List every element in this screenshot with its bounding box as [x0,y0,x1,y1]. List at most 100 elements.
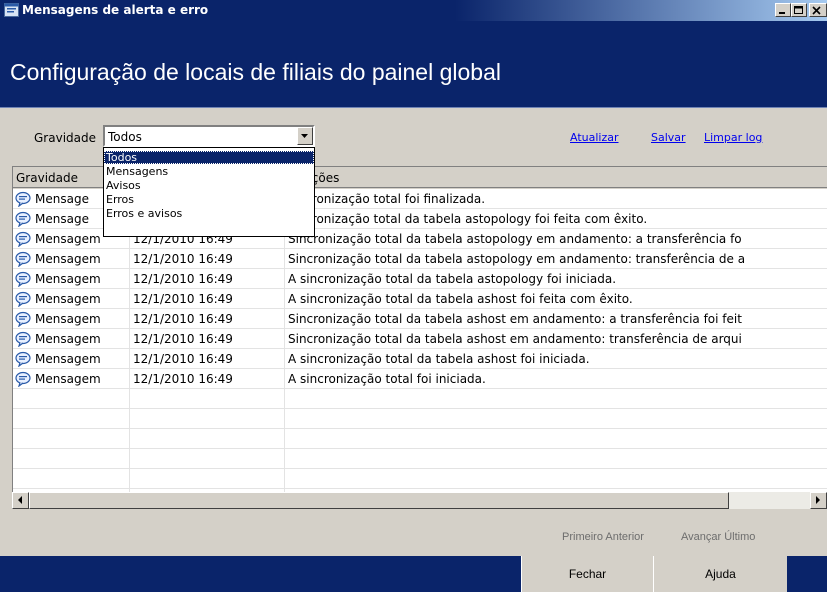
severity-filter-select[interactable]: Todos [103,125,315,147]
table-row[interactable]: Mensagem 12/1/2010 16:49 A sincronização t… [13,269,827,289]
scroll-left-button[interactable] [12,492,29,509]
close-window-button[interactable] [809,3,827,17]
date-cell-text: 12/1/2010 16:49 [133,372,233,386]
date-cell-text: 12/1/2010 16:49 [133,352,233,366]
message-bubble-icon [15,191,31,207]
column-header-information[interactable]: rmações [285,167,827,188]
information-cell-text: Sincronização total da tabela astopology… [288,252,746,266]
message-bubble-icon [15,291,31,307]
page-title: Configuração de locais de filiais do pai… [10,59,501,85]
minimize-icon [779,12,785,14]
date-cell: 12/1/2010 16:49 [130,269,285,289]
save-link[interactable]: Salvar [651,131,686,144]
information-cell-text: A sincronização total da tabela astopolo… [288,272,617,286]
date-cell-text: 12/1/2010 16:49 [133,272,233,286]
severity-cell-text: Mensage [35,212,89,226]
table-row[interactable]: Mensagem 12/1/2010 16:49 A sincronização t… [13,349,827,369]
date-cell: 12/1/2010 16:49 [130,289,285,309]
message-bubble-icon [15,371,31,387]
close-button[interactable]: Fechar [521,556,653,592]
dropdown-option-all[interactable]: Todos [104,151,314,164]
information-cell [285,469,827,489]
severity-cell-text: Mensagem [35,332,101,346]
date-cell: 12/1/2010 16:49 [130,349,285,369]
dropdown-option-messages[interactable]: Mensagens [104,165,314,178]
empty-table-row[interactable] [13,449,827,469]
window-title: Mensagens de alerta e erro [22,3,209,17]
clear-log-link[interactable]: Limpar log [704,131,762,144]
dropdown-option-errors[interactable]: Erros [104,193,314,206]
severity-selected-value: Todos [108,130,142,144]
severity-cell [13,469,130,489]
pager-next-last[interactable]: Avançar Último [681,531,755,543]
scroll-right-button[interactable] [810,492,827,509]
severity-cell: Mensagem [13,269,130,289]
app-window: Mensagens de alerta e erro Configuração … [0,0,827,592]
date-cell: 12/1/2010 16:49 [130,249,285,269]
information-cell [285,429,827,449]
app-window-icon [4,3,19,17]
chevron-down-icon [301,134,308,138]
empty-table-row[interactable] [13,389,827,409]
maximize-button[interactable] [791,3,807,17]
information-cell-text: Sincronização total da tabela astopology… [288,232,742,246]
severity-cell [13,409,130,429]
minimize-button[interactable] [775,3,791,17]
information-cell: sincronização total foi finalizada. [285,189,827,209]
information-cell-text: A sincronização total foi iniciada. [288,372,486,386]
information-cell-text: A sincronização total da tabela ashost f… [288,292,633,306]
date-cell: 12/1/2010 16:49 [130,329,285,349]
severity-cell-text: Mensagem [35,252,101,266]
dropdown-arrow-button[interactable] [297,127,313,145]
scrollbar-thumb[interactable] [29,492,729,509]
empty-table-row[interactable] [13,469,827,489]
information-cell: Sincronização total da tabela ashost em … [285,309,827,329]
dropdown-option-warnings[interactable]: Avisos [104,179,314,192]
message-bubble-icon [15,311,31,327]
information-cell [285,409,827,429]
close-icon [812,6,821,15]
date-cell [130,389,285,409]
information-cell-text: Sincronização total da tabela ashost em … [288,332,742,346]
empty-table-row[interactable] [13,429,827,449]
message-bubble-icon [15,231,31,247]
severity-cell-text: Mensagem [35,272,101,286]
message-bubble-icon [15,211,31,227]
title-bar[interactable]: Mensagens de alerta e erro [0,0,827,21]
table-row[interactable]: Mensagem 12/1/2010 16:49 Sincronização tot… [13,249,827,269]
horizontal-scrollbar[interactable] [12,492,827,509]
severity-cell-text: Mensagem [35,352,101,366]
empty-table-row[interactable] [13,409,827,429]
severity-dropdown-list[interactable]: Todos Mensagens Avisos Erros Erros e avi… [103,147,315,237]
information-cell: A sincronização total da tabela astopolo… [285,269,827,289]
severity-filter-label: Gravidade [34,131,96,145]
message-bubble-icon [15,331,31,347]
information-cell: Sincronização total da tabela astopology… [285,249,827,269]
information-cell [285,389,827,409]
dropdown-option-errors-and-warnings[interactable]: Erros e avisos [104,207,314,220]
severity-cell: Mensagem [13,249,130,269]
pager-first-previous[interactable]: Primeiro Anterior [562,531,644,543]
message-bubble-icon [15,351,31,367]
refresh-link[interactable]: Atualizar [570,131,619,144]
table-row[interactable]: Mensagem 12/1/2010 16:49 A sincronização t… [13,369,827,389]
severity-cell [13,449,130,469]
severity-cell [13,429,130,449]
date-cell [130,429,285,449]
date-cell-text: 12/1/2010 16:49 [133,332,233,346]
information-cell: A sincronização total foi iniciada. [285,369,827,389]
help-button[interactable]: Ajuda [653,556,787,592]
table-row[interactable]: Mensagem 12/1/2010 16:49 A sincronização t… [13,289,827,309]
severity-cell-text: Mensage [35,192,89,206]
table-row[interactable]: Mensagem 12/1/2010 16:49 Sincronização tot… [13,329,827,349]
information-cell-text: sincronização total da tabela astopology… [288,212,648,226]
date-cell [130,409,285,429]
severity-cell: Mensagem [13,309,130,329]
date-cell-text: 12/1/2010 16:49 [133,292,233,306]
severity-cell-text: Mensagem [35,292,101,306]
information-cell: A sincronização total da tabela ashost f… [285,349,827,369]
table-row[interactable]: Mensagem 12/1/2010 16:49 Sincronização tot… [13,309,827,329]
information-cell-text: A sincronização total da tabela ashost f… [288,352,590,366]
arrow-right-icon [816,496,820,504]
severity-cell-text: Mensagem [35,372,101,386]
